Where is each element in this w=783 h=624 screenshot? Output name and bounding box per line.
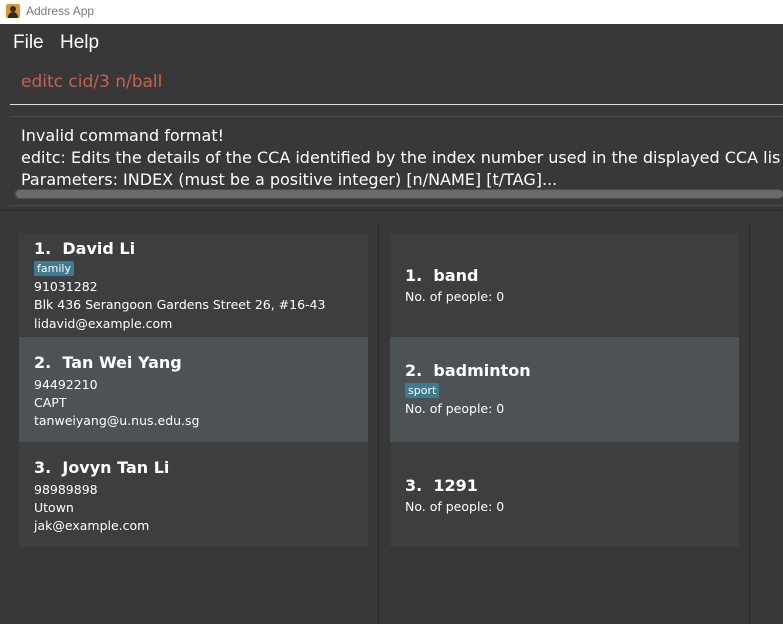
person-card[interactable]: 3. Jovyn Tan Li 98989898 Utown jak@examp… xyxy=(19,442,368,547)
person-address: CAPT xyxy=(34,395,67,410)
result-text[interactable]: Invalid command format! editc: Edits the… xyxy=(21,125,781,189)
menu-bar: File Help xyxy=(0,25,783,59)
result-display: Invalid command format! editc: Edits the… xyxy=(10,116,783,206)
person-phone: 91031282 xyxy=(34,279,98,294)
person-name-row: 2. Tan Wei Yang xyxy=(34,353,182,372)
person-name: David Li xyxy=(62,239,136,258)
cca-name-row: 1. band xyxy=(405,266,478,285)
person-email: tanweiyang@u.nus.edu.sg xyxy=(34,413,200,428)
cca-card[interactable]: 1. band No. of people: 0 xyxy=(390,233,739,337)
cca-name-row: 3. 1291 xyxy=(405,476,478,495)
person-email: jak@example.com xyxy=(34,518,150,533)
result-horizontal-scrollbar[interactable] xyxy=(14,189,783,199)
person-list-panel: 1. David Li family 91031282 Blk 436 Sera… xyxy=(10,223,379,624)
result-line: Invalid command format! xyxy=(21,126,225,145)
list-area: 1. David Li family 91031282 Blk 436 Sera… xyxy=(0,210,783,624)
person-name-row: 3. Jovyn Tan Li xyxy=(34,458,169,477)
cca-card[interactable]: 3. 1291 No. of people: 0 xyxy=(390,442,739,547)
person-address: Blk 436 Serangoon Gardens Street 26, #16… xyxy=(34,297,326,312)
person-card[interactable]: 2. Tan Wei Yang 94492210 CAPT tanweiyang… xyxy=(19,337,368,442)
person-card[interactable]: 1. David Li family 91031282 Blk 436 Sera… xyxy=(19,233,368,337)
cca-people-count: No. of people: 0 xyxy=(405,289,505,304)
scrollbar-thumb[interactable] xyxy=(16,190,783,198)
cca-tag: sport xyxy=(405,383,440,398)
person-index: 2. xyxy=(34,353,52,372)
app-icon xyxy=(6,4,20,18)
person-name: Tan Wei Yang xyxy=(62,353,182,372)
person-name-row: 1. David Li xyxy=(34,239,135,258)
cca-name-row: 2. badminton xyxy=(405,361,531,380)
person-tag: family xyxy=(34,261,74,276)
person-address: Utown xyxy=(34,500,74,515)
window-title: Address App xyxy=(26,4,95,18)
person-phone: 94492210 xyxy=(34,377,98,392)
result-line: Parameters: INDEX (must be a positive in… xyxy=(21,170,558,189)
cca-list-panel: 1. band No. of people: 0 2. badminton sp… xyxy=(381,223,750,624)
cca-index: 3. xyxy=(405,476,423,495)
person-phone: 98989898 xyxy=(34,482,98,497)
menu-help[interactable]: Help xyxy=(60,32,99,54)
command-box xyxy=(10,60,783,105)
person-index: 1. xyxy=(34,239,52,258)
cca-name: band xyxy=(433,266,479,285)
command-input[interactable] xyxy=(10,60,770,104)
result-line: editc: Edits the details of the CCA iden… xyxy=(21,148,781,167)
menu-file[interactable]: File xyxy=(13,32,44,54)
person-index: 3. xyxy=(34,458,52,477)
cca-name: badminton xyxy=(433,361,531,380)
person-email: lidavid@example.com xyxy=(34,316,173,331)
cca-people-count: No. of people: 0 xyxy=(405,401,505,416)
title-bar: Address App xyxy=(0,0,783,24)
cca-card[interactable]: 2. badminton sport No. of people: 0 xyxy=(390,337,739,442)
cca-name: 1291 xyxy=(433,476,478,495)
cca-index: 1. xyxy=(405,266,423,285)
cca-index: 2. xyxy=(405,361,423,380)
person-name: Jovyn Tan Li xyxy=(62,458,170,477)
cca-people-count: No. of people: 0 xyxy=(405,499,505,514)
